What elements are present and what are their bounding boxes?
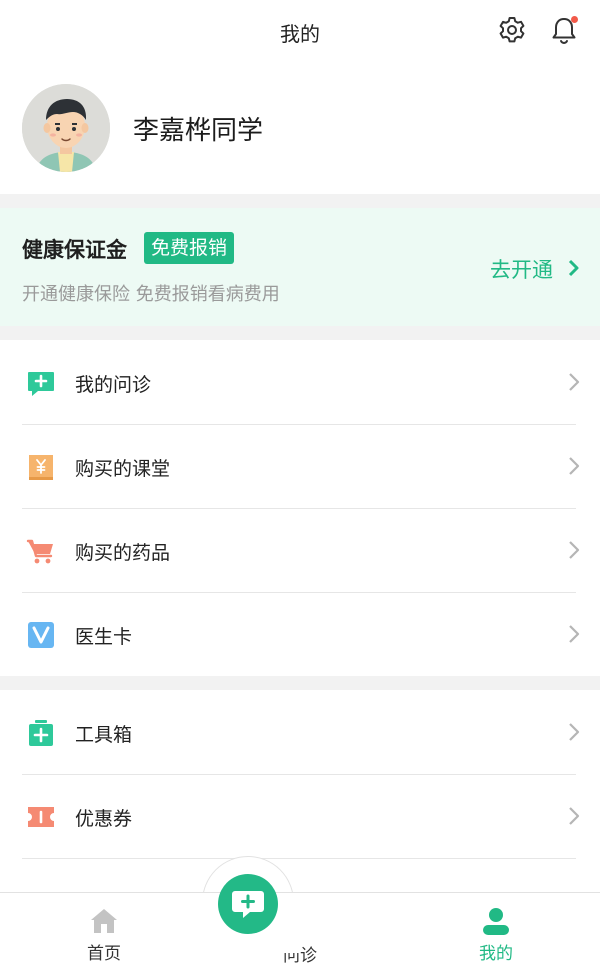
- avatar[interactable]: [22, 84, 110, 172]
- coupon-icon: [26, 802, 56, 832]
- home-icon: [90, 907, 118, 935]
- chevron-right-icon: [568, 624, 580, 644]
- tab-mine[interactable]: 我的: [446, 893, 546, 974]
- menu-item-label: 购买的课堂: [75, 458, 171, 480]
- menu-item-label: 医生卡: [75, 626, 133, 648]
- menu-group-orders: 我的问诊 购买的课堂 购买的药品 医生卡: [0, 340, 600, 676]
- banner-badge: 免费报销: [144, 232, 235, 264]
- menu-item-label: 我的问诊: [75, 374, 152, 396]
- chevron-right-icon: [568, 456, 580, 476]
- profile-card[interactable]: 李嘉桦同学: [0, 64, 600, 194]
- chevron-right-icon: [568, 372, 580, 392]
- notification-dot: [571, 16, 578, 23]
- menu-item-purchased-classes[interactable]: 购买的课堂: [0, 424, 600, 508]
- menu-item-doctor-card[interactable]: 医生卡: [0, 592, 600, 676]
- chevron-right-icon: [568, 806, 580, 826]
- mine-page: 我的 李嘉桦同学 健康保证金 免费报销 开通健康保险 免费报销看病费用 去开通 …: [0, 0, 600, 974]
- chevron-right-icon: [568, 540, 580, 560]
- menu-item-toolbox[interactable]: 工具箱: [0, 690, 600, 774]
- gear-icon[interactable]: [496, 14, 528, 46]
- divider: [22, 858, 576, 859]
- tab-label: 我的: [479, 944, 513, 964]
- tab-bar: 首页 问诊 我的: [0, 892, 600, 974]
- health-deposit-banner[interactable]: 健康保证金 免费报销 开通健康保险 免费报销看病费用 去开通: [0, 208, 600, 326]
- top-bar: 我的: [0, 0, 600, 64]
- consult-fab-button[interactable]: [218, 874, 278, 934]
- chat-plus-icon: [26, 368, 56, 398]
- toolbox-icon: [26, 718, 56, 748]
- chevron-right-icon: [568, 722, 580, 742]
- menu-item-label: 优惠券: [75, 808, 133, 830]
- menu-item-coupons[interactable]: 优惠券: [0, 774, 600, 858]
- tab-label: 首页: [87, 944, 121, 964]
- book-yen-icon: [26, 452, 56, 482]
- menu-group-tools: 工具箱 优惠券: [0, 690, 600, 892]
- person-icon: [482, 907, 510, 935]
- menu-item-label: 工具箱: [75, 724, 133, 746]
- menu-item-label: 购买的药品: [75, 542, 171, 564]
- banner-title: 健康保证金: [22, 238, 127, 262]
- menu-item-my-consultations[interactable]: 我的问诊: [0, 340, 600, 424]
- tab-home[interactable]: 首页: [54, 893, 154, 974]
- banner-subtitle: 开通健康保险 免费报销看病费用: [22, 284, 280, 305]
- menu-item-purchased-medicine[interactable]: 购买的药品: [0, 508, 600, 592]
- chevron-right-icon: [567, 259, 581, 277]
- user-name: 李嘉桦同学: [133, 116, 264, 146]
- cart-icon: [26, 536, 56, 566]
- activate-link[interactable]: 去开通: [490, 254, 553, 284]
- bell-icon[interactable]: [548, 14, 580, 46]
- v-card-icon: [26, 620, 56, 650]
